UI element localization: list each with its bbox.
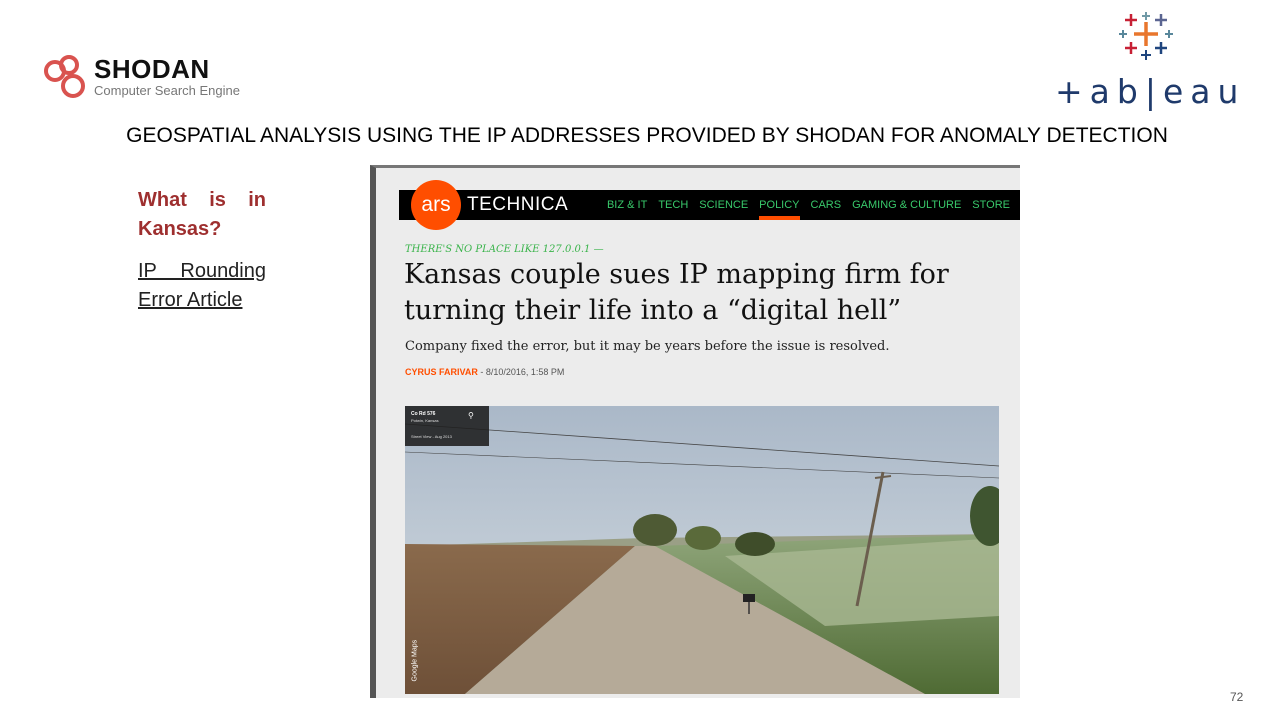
article-kicker: THERE'S NO PLACE LIKE 127.0.0.1 — [405, 244, 604, 255]
ars-header-bar: ars TECHNICA BIZ & IT TECH SCIENCE POLIC… [399, 180, 1020, 230]
shodan-subtitle: Computer Search Engine [94, 83, 240, 98]
nav-item-science[interactable]: SCIENCE [699, 190, 748, 220]
page-number: 72 [1230, 690, 1244, 704]
tableau-cross-icon [1119, 12, 1173, 60]
google-maps-credit: Google Maps [411, 639, 419, 682]
article-screenshot: ars TECHNICA BIZ & IT TECH SCIENCE POLIC… [370, 165, 1020, 698]
article-headline: Kansas couple sues IP mapping firm for t… [404, 259, 949, 326]
ars-logo-text: ars [421, 193, 451, 216]
map-card-subtitle: Potwin, Kansas [411, 418, 439, 423]
article-author[interactable]: CYRUS FARIVAR [405, 367, 478, 377]
slide-title: GEOSPATIAL ANALYSIS USING THE IP ADDRESS… [126, 124, 1168, 147]
article-date: - 8/10/2016, 1:58 PM [477, 367, 565, 377]
tableau-wordmark: +ab|eau [1055, 72, 1246, 111]
nav-item-biz-it[interactable]: BIZ & IT [607, 190, 647, 220]
street-view-photo: Co Rd 576 Potwin, Kansas Street View - A… [405, 406, 999, 694]
tableau-logo: +ab|eau [1055, 8, 1246, 111]
map-card-title: Co Rd 576 [411, 411, 436, 417]
map-card[interactable]: Co Rd 576 Potwin, Kansas Street View - A… [405, 406, 489, 446]
ars-site-name: TECHNICA [467, 194, 569, 215]
nav-item-policy[interactable]: POLICY [759, 190, 800, 220]
map-pin-icon: ⚲ [468, 411, 474, 420]
ars-nav: BIZ & IT TECH SCIENCE POLICY CARS GAMING… [607, 190, 1010, 220]
shodan-logo: SHODAN Computer Search Engine [42, 52, 282, 102]
nav-item-gaming-culture[interactable]: GAMING & CULTURE [852, 190, 961, 220]
nav-item-store[interactable]: STORE [972, 190, 1010, 220]
nav-item-cars[interactable]: CARS [811, 190, 842, 220]
map-card-meta: Street View - Aug 2013 [411, 434, 452, 439]
shodan-title: SHODAN [94, 54, 210, 84]
article-link[interactable]: IP Rounding Error Article [138, 257, 266, 315]
article-byline: CYRUS FARIVAR - 8/10/2016, 1:58 PM [405, 367, 564, 377]
question-heading: What is in Kansas? [138, 189, 266, 240]
street-view-image [405, 406, 999, 694]
nav-item-tech[interactable]: TECH [658, 190, 688, 220]
article-dek: Company fixed the error, but it may be y… [405, 339, 890, 354]
shodan-rings-icon [44, 55, 85, 98]
